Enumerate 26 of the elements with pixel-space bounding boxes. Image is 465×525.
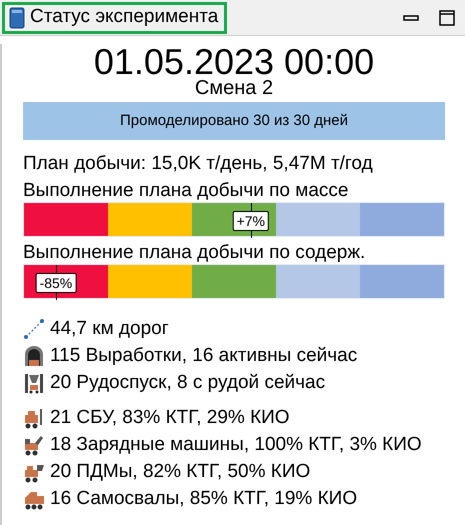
stat-text: 21 СБУ, 83% КТГ, 29% КИО <box>50 406 290 430</box>
minimize-icon <box>403 14 419 20</box>
drill-rig-icon <box>23 406 45 428</box>
gauge-label: Выполнение плана добычи по содерж. <box>23 241 366 264</box>
shift-label: Смена 2 <box>194 78 274 98</box>
date-time-text: 01.05.2023 00:00 <box>92 44 376 80</box>
window-tab[interactable]: Статус эксперимента <box>2 2 228 34</box>
maximize-icon <box>439 10 455 26</box>
stat-text: 20 Рудоспуск, 8 с рудой сейчас <box>50 371 326 395</box>
stat-text: 18 Зарядные машины, 100% КТГ, 3% КИО <box>50 433 422 457</box>
gauge-label: Выполнение плана добычи по массе <box>23 179 350 202</box>
tunnel-icon <box>23 344 45 366</box>
tab-title: Статус эксперимента <box>30 5 218 30</box>
marker-label: -85% <box>36 273 76 293</box>
charging-truck-icon <box>23 434 45 456</box>
maximize-button[interactable] <box>437 8 457 28</box>
stat-text: 16 Самосвалы, 85% КТГ, 19% КИО <box>50 487 358 511</box>
plan-text: План добычи: 15,0K т/день, 5,47M т/год <box>23 152 374 175</box>
progress-text: Промоделировано 30 из 30 дней <box>118 111 350 131</box>
stat-text: 44,7 км дорог <box>50 317 169 341</box>
book-icon <box>9 6 25 28</box>
stat-text: 115 Выработки, 16 активны сейчас <box>50 344 358 368</box>
marker-label: +7% <box>232 211 269 231</box>
stat-text: 20 ПДМы, 82% КТГ, 50% КИО <box>50 460 310 484</box>
road-icon <box>23 318 45 340</box>
ore-pass-icon <box>23 372 45 394</box>
